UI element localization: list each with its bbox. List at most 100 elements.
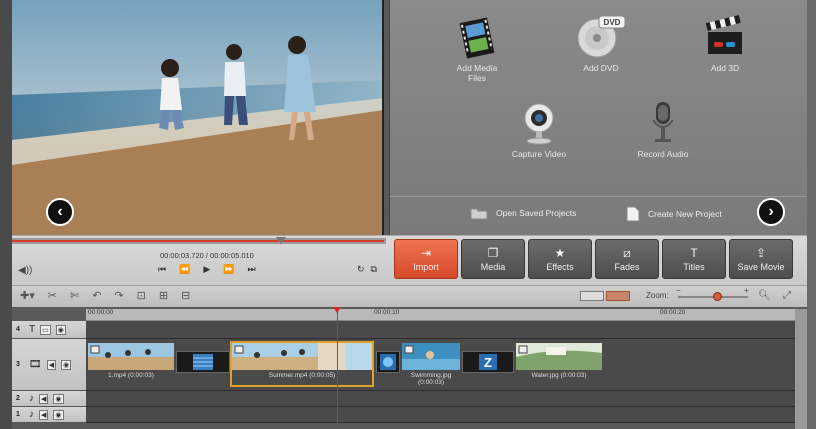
- properties-icon[interactable]: ⊟: [181, 289, 190, 302]
- add-track-icon[interactable]: ✚▾: [20, 289, 35, 302]
- webcam-icon: [524, 103, 554, 145]
- scrubber-thumb[interactable]: [276, 237, 287, 244]
- scrubber-progress: [12, 240, 384, 242]
- transition-slot[interactable]: [376, 351, 400, 373]
- previous-arrow-button[interactable]: ‹: [46, 198, 74, 226]
- video-track[interactable]: 1.mp4 (0:00:03) Summer.mp4 (0:00:05) Swi…: [86, 339, 795, 391]
- star-icon: ★: [554, 245, 566, 260]
- add-media-files-button[interactable]: Add Media Files: [432, 10, 522, 83]
- transition-icon: [380, 354, 396, 370]
- chevron-left-icon: ‹: [57, 203, 63, 220]
- track-number: 3: [16, 361, 20, 368]
- video-preview: ‹: [12, 0, 384, 235]
- tab-titles[interactable]: T Titles: [662, 239, 726, 279]
- tab-media[interactable]: ❐ Media: [461, 239, 525, 279]
- dvd-icon: DVD: [577, 15, 626, 58]
- tab-fades[interactable]: ⧄ Fades: [595, 239, 659, 279]
- storyboard-view-button[interactable]: [580, 291, 604, 301]
- open-saved-projects-link[interactable]: Open Saved Projects: [470, 206, 576, 220]
- audio-track-2[interactable]: [86, 391, 795, 407]
- split-icon[interactable]: ✄: [70, 289, 79, 302]
- new-document-icon: [626, 206, 640, 222]
- track-header-1: 1 ♪ ◀ ◉: [12, 407, 86, 423]
- record-audio-button[interactable]: Record Audio: [618, 96, 708, 159]
- transition-slot[interactable]: Z: [462, 351, 514, 373]
- title-track[interactable]: [86, 321, 795, 339]
- transition-slot[interactable]: [176, 351, 230, 373]
- playback-scrubber[interactable]: [12, 237, 386, 244]
- timeline-clip-selected[interactable]: Summer.mp4 (0:00:05): [230, 341, 374, 387]
- zoom-out-icon[interactable]: −: [676, 286, 681, 295]
- zoom-magnifier-icon[interactable]: 🔍︎: [758, 290, 771, 301]
- timeline-scrollbar[interactable]: [795, 309, 807, 429]
- zoom-slider-knob[interactable]: [712, 292, 722, 301]
- tab-effects-label: Effects: [546, 261, 574, 272]
- zoom-transition-icon: Z: [479, 354, 497, 370]
- visibility-icon[interactable]: ◉: [53, 393, 64, 404]
- open-saved-projects-label: Open Saved Projects: [496, 208, 577, 218]
- folder-icon: [470, 208, 488, 220]
- timeline-ruler[interactable]: 00:00:00 00:00:10 00:00:20: [86, 309, 795, 321]
- fades-icon: ⧄: [623, 245, 631, 260]
- visibility-icon[interactable]: ◉: [53, 409, 64, 420]
- skip-to-end-icon[interactable]: ⏭: [247, 264, 255, 275]
- record-audio-label: Record Audio: [637, 149, 689, 159]
- add-dvd-label: Add DVD: [583, 63, 619, 73]
- panel-divider: [390, 196, 807, 197]
- redo-icon[interactable]: ↷: [114, 289, 123, 302]
- next-arrow-button[interactable]: ›: [757, 198, 785, 226]
- zoom-in-icon[interactable]: +: [744, 286, 749, 295]
- import-icon: ⇥: [420, 245, 432, 260]
- import-panel: Add Media Files DVD Add DVD Add 3D Captu…: [389, 0, 807, 235]
- timeline-clip[interactable]: 1.mp4 (0:00:03): [88, 343, 174, 385]
- fullscreen-icon[interactable]: ⤢: [783, 290, 791, 301]
- clapperboard-3d-icon: [705, 15, 742, 54]
- titles-icon: T: [690, 245, 698, 260]
- fast-forward-icon[interactable]: ⏩: [223, 264, 234, 275]
- track-header-2: 2 ♪ ◀ ◉: [12, 391, 86, 407]
- track-number: 2: [16, 395, 20, 402]
- crop-clip-icon[interactable]: ⊡: [137, 289, 146, 302]
- loop-icon[interactable]: ↻: [357, 264, 365, 275]
- capture-video-label: Capture Video: [511, 149, 567, 159]
- play-icon[interactable]: ▶: [203, 264, 210, 275]
- transition-icon: [193, 354, 213, 370]
- add-3d-label: Add 3D: [710, 63, 740, 73]
- tab-save-movie-label: Save Movie: [737, 261, 785, 272]
- ruler-label-10: 00:00:10: [374, 309, 400, 316]
- timeline-tracks: 1.mp4 (0:00:03) Summer.mp4 (0:00:05) Swi…: [86, 321, 795, 423]
- cut-icon[interactable]: ✂: [48, 289, 57, 302]
- tab-import[interactable]: ⇥ Import: [394, 239, 458, 279]
- tab-save-movie[interactable]: ⇪ Save Movie: [729, 239, 793, 279]
- clip-thumbnail: [88, 343, 174, 370]
- volume-icon[interactable]: ◀)): [18, 265, 32, 276]
- skip-to-start-icon[interactable]: ⏮: [158, 264, 166, 275]
- timeline-view-button[interactable]: [606, 291, 630, 301]
- timeline-tools: ✚▾ ✂ ✄ ↶ ↷ ⊡ ⊞ ⊟: [20, 289, 190, 302]
- music-note-icon: ♪: [29, 393, 34, 404]
- window-left-edge: [0, 0, 12, 429]
- add-3d-button[interactable]: Add 3D: [680, 10, 770, 73]
- mute-icon[interactable]: ◀: [39, 409, 49, 420]
- add-dvd-button[interactable]: DVD Add DVD: [556, 10, 646, 73]
- capture-video-button[interactable]: Capture Video: [494, 96, 584, 159]
- zoom-slider[interactable]: [678, 292, 748, 301]
- playhead-line: [337, 309, 338, 429]
- crop-icon[interactable]: ⧉: [371, 264, 377, 275]
- mute-icon[interactable]: ◀: [46, 359, 57, 370]
- timeline-clip[interactable]: Swimming.jpg (0:00:03): [402, 343, 460, 386]
- tab-media-label: Media: [480, 261, 506, 272]
- rotate-clip-icon[interactable]: ⊞: [159, 289, 168, 302]
- undo-icon[interactable]: ↶: [92, 289, 101, 302]
- mute-icon[interactable]: ◀: [39, 393, 49, 404]
- tab-fades-label: Fades: [614, 261, 640, 272]
- tab-import-label: Import: [413, 261, 439, 272]
- visibility-icon[interactable]: ◉: [55, 324, 66, 335]
- tab-effects[interactable]: ★ Effects: [528, 239, 592, 279]
- audio-track-1[interactable]: [86, 407, 795, 423]
- lock-icon[interactable]: ▭: [40, 324, 51, 335]
- rewind-icon[interactable]: ⏪: [179, 264, 190, 275]
- timeline-clip[interactable]: Water.jpg (0:00:03): [516, 343, 602, 385]
- visibility-icon[interactable]: ◉: [61, 359, 72, 370]
- create-new-project-link[interactable]: Create New Project: [626, 206, 722, 222]
